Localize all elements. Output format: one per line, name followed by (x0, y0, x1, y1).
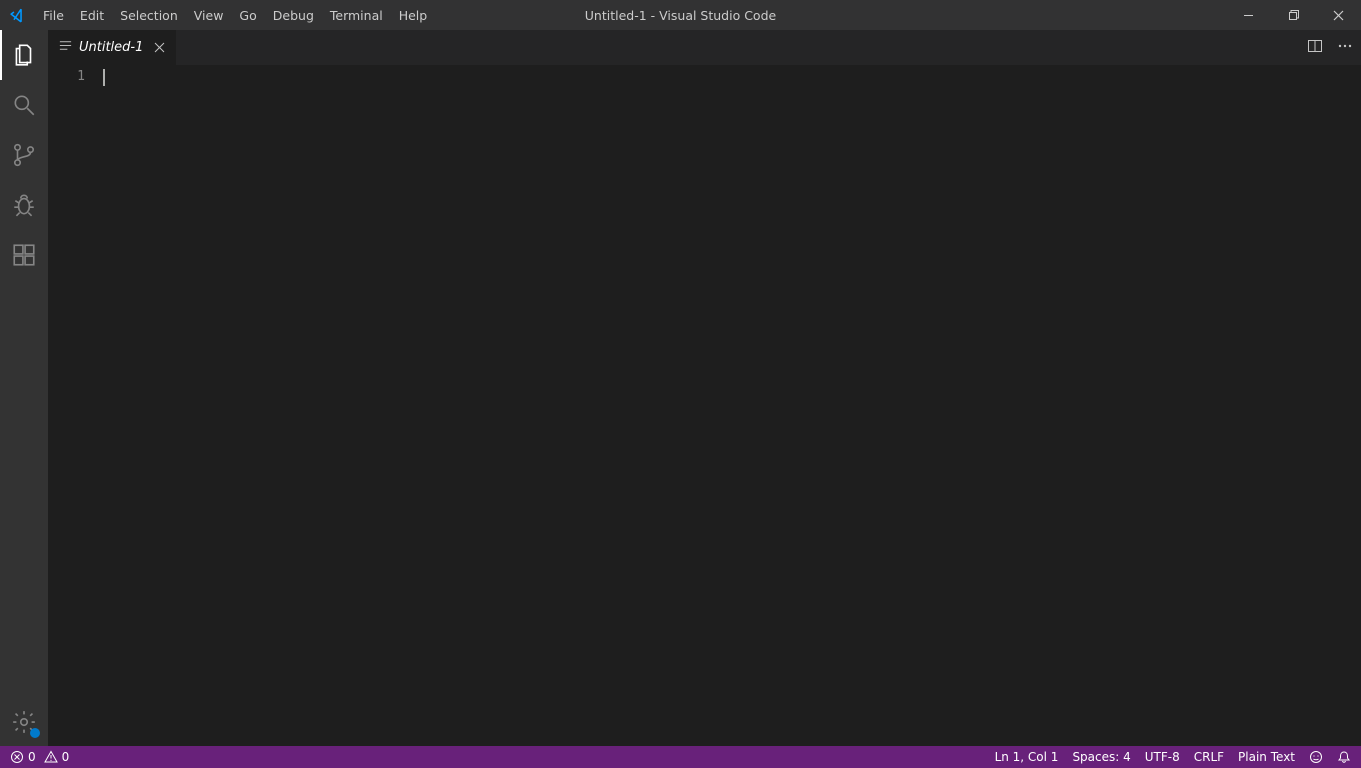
file-text-icon (58, 38, 73, 57)
feedback-icon (1309, 750, 1323, 764)
menu-help[interactable]: Help (391, 0, 436, 30)
more-actions-icon[interactable] (1337, 38, 1353, 58)
activity-search[interactable] (0, 80, 48, 130)
vscode-logo-icon (0, 7, 35, 24)
menu-terminal[interactable]: Terminal (322, 0, 391, 30)
status-cursor-position[interactable]: Ln 1, Col 1 (995, 750, 1059, 764)
status-encoding[interactable]: UTF-8 (1145, 750, 1180, 764)
title-bar: File Edit Selection View Go Debug Termin… (0, 0, 1361, 30)
minimize-button[interactable] (1226, 0, 1271, 30)
line-number: 1 (48, 69, 85, 84)
activity-debug[interactable] (0, 180, 48, 230)
maximize-button[interactable] (1271, 0, 1316, 30)
status-bar: 0 0 Ln 1, Col 1 Spaces: 4 UTF-8 CRLF Pla… (0, 746, 1361, 768)
files-icon (11, 42, 37, 68)
activity-source-control[interactable] (0, 130, 48, 180)
menu-debug[interactable]: Debug (265, 0, 322, 30)
status-eol[interactable]: CRLF (1194, 750, 1224, 764)
editor-content[interactable] (103, 65, 1361, 746)
bug-icon (11, 192, 37, 218)
menu-view[interactable]: View (186, 0, 232, 30)
settings-sync-badge-icon (30, 728, 40, 738)
error-count: 0 (28, 750, 36, 764)
status-feedback[interactable] (1309, 750, 1323, 764)
status-indentation[interactable]: Spaces: 4 (1072, 750, 1130, 764)
search-icon (11, 92, 37, 118)
activity-extensions[interactable] (0, 230, 48, 280)
editor-actions (1299, 30, 1361, 65)
editor-group: Untitled-1 1 (48, 30, 1361, 746)
main-area: Untitled-1 1 (0, 30, 1361, 746)
editor-body[interactable]: 1 (48, 65, 1361, 746)
menu-go[interactable]: Go (231, 0, 264, 30)
tab-untitled-1[interactable]: Untitled-1 (48, 30, 177, 65)
warning-count: 0 (62, 750, 70, 764)
status-language-mode[interactable]: Plain Text (1238, 750, 1295, 764)
window-controls (1226, 0, 1361, 30)
split-editor-icon[interactable] (1307, 38, 1323, 58)
extensions-icon (11, 242, 37, 268)
git-branch-icon (11, 142, 37, 168)
error-icon (10, 750, 24, 764)
tab-label: Untitled-1 (79, 40, 143, 55)
menu-edit[interactable]: Edit (72, 0, 112, 30)
close-button[interactable] (1316, 0, 1361, 30)
warning-icon (44, 750, 58, 764)
line-number-gutter: 1 (48, 65, 103, 746)
menu-file[interactable]: File (35, 0, 72, 30)
status-problems[interactable]: 0 0 (10, 750, 69, 764)
menu-bar: File Edit Selection View Go Debug Termin… (35, 0, 435, 30)
text-cursor (103, 69, 105, 86)
activity-bar (0, 30, 48, 746)
status-notifications[interactable] (1337, 750, 1351, 764)
editor-tabs: Untitled-1 (48, 30, 1361, 65)
tab-close-icon[interactable] (153, 41, 166, 54)
activity-explorer[interactable] (0, 30, 48, 80)
bell-icon (1337, 750, 1351, 764)
menu-selection[interactable]: Selection (112, 0, 186, 30)
activity-settings[interactable] (0, 698, 48, 746)
